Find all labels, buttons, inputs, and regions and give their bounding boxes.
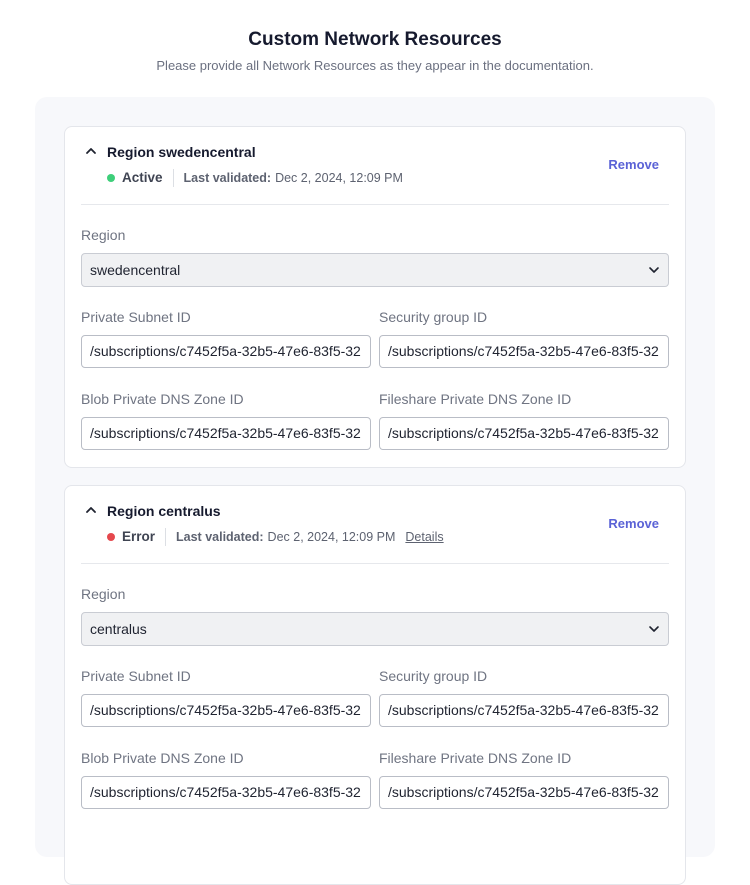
validation-status-row: Error Last validated: Dec 2, 2024, 12:09…: [107, 528, 444, 546]
page-header: Custom Network Resources Please provide …: [0, 0, 750, 74]
chevron-up-icon[interactable]: [84, 144, 98, 158]
chevron-up-icon[interactable]: [84, 503, 98, 517]
blob-dns-label: Blob Private DNS Zone ID: [81, 750, 244, 766]
private-subnet-input[interactable]: /subscriptions/c7452f5a-32b5-47e6-83f5-3…: [81, 335, 371, 368]
fileshare-dns-label: Fileshare Private DNS Zone ID: [379, 391, 572, 407]
last-validated-label: Last validated:: [183, 171, 272, 185]
chevron-down-icon: [649, 626, 659, 632]
status-text: Active: [122, 170, 163, 185]
blob-dns-label: Blob Private DNS Zone ID: [81, 391, 244, 407]
region-title: Region swedencentral: [107, 144, 256, 160]
last-validated-value: Dec 2, 2024, 12:09 PM: [267, 530, 396, 544]
divider: [172, 169, 174, 187]
remove-button[interactable]: Remove: [608, 516, 659, 531]
status-dot-active: [107, 174, 115, 182]
last-validated-label: Last validated:: [176, 530, 264, 544]
page-title: Custom Network Resources: [248, 29, 502, 50]
chevron-down-icon: [649, 267, 659, 273]
region-select-value: centralus: [90, 621, 147, 637]
status-text: Error: [122, 529, 156, 544]
private-subnet-input[interactable]: /subscriptions/c7452f5a-32b5-47e6-83f5-3…: [81, 694, 371, 727]
private-subnet-label: Private Subnet ID: [81, 668, 191, 684]
private-subnet-label: Private Subnet ID: [81, 309, 191, 325]
status-dot-error: [107, 533, 115, 541]
security-group-label: Security group ID: [379, 309, 488, 325]
region-select[interactable]: centralus: [81, 612, 669, 646]
region-card-header: Region swedencentral Active Last validat…: [81, 127, 669, 205]
region-select[interactable]: swedencentral: [81, 253, 669, 287]
region-label: Region: [81, 227, 126, 243]
fileshare-dns-input[interactable]: /subscriptions/c7452f5a-32b5-47e6-83f5-3…: [379, 417, 669, 450]
region-card-header: Region centralus Error Last validated: D…: [81, 486, 669, 564]
last-validated-value: Dec 2, 2024, 12:09 PM: [275, 171, 403, 185]
region-title: Region centralus: [107, 503, 221, 519]
region-card: Region centralus Error Last validated: D…: [64, 485, 686, 885]
remove-button[interactable]: Remove: [608, 157, 659, 172]
security-group-input[interactable]: /subscriptions/c7452f5a-32b5-47e6-83f5-3…: [379, 335, 669, 368]
region-label: Region: [81, 586, 126, 602]
security-group-input[interactable]: /subscriptions/c7452f5a-32b5-47e6-83f5-3…: [379, 694, 669, 727]
validation-status-row: Active Last validated: Dec 2, 2024, 12:0…: [107, 169, 403, 187]
details-link[interactable]: Details: [405, 529, 443, 545]
fileshare-dns-input[interactable]: /subscriptions/c7452f5a-32b5-47e6-83f5-3…: [379, 776, 669, 809]
blob-dns-input[interactable]: /subscriptions/c7452f5a-32b5-47e6-83f5-3…: [81, 417, 371, 450]
page-subtitle: Please provide all Network Resources as …: [156, 58, 594, 73]
region-card: Region swedencentral Active Last validat…: [64, 126, 686, 468]
divider: [165, 528, 167, 546]
fileshare-dns-label: Fileshare Private DNS Zone ID: [379, 750, 572, 766]
blob-dns-input[interactable]: /subscriptions/c7452f5a-32b5-47e6-83f5-3…: [81, 776, 371, 809]
network-resources-panel: Region swedencentral Active Last validat…: [35, 97, 715, 885]
region-select-value: swedencentral: [90, 262, 181, 278]
security-group-label: Security group ID: [379, 668, 488, 684]
